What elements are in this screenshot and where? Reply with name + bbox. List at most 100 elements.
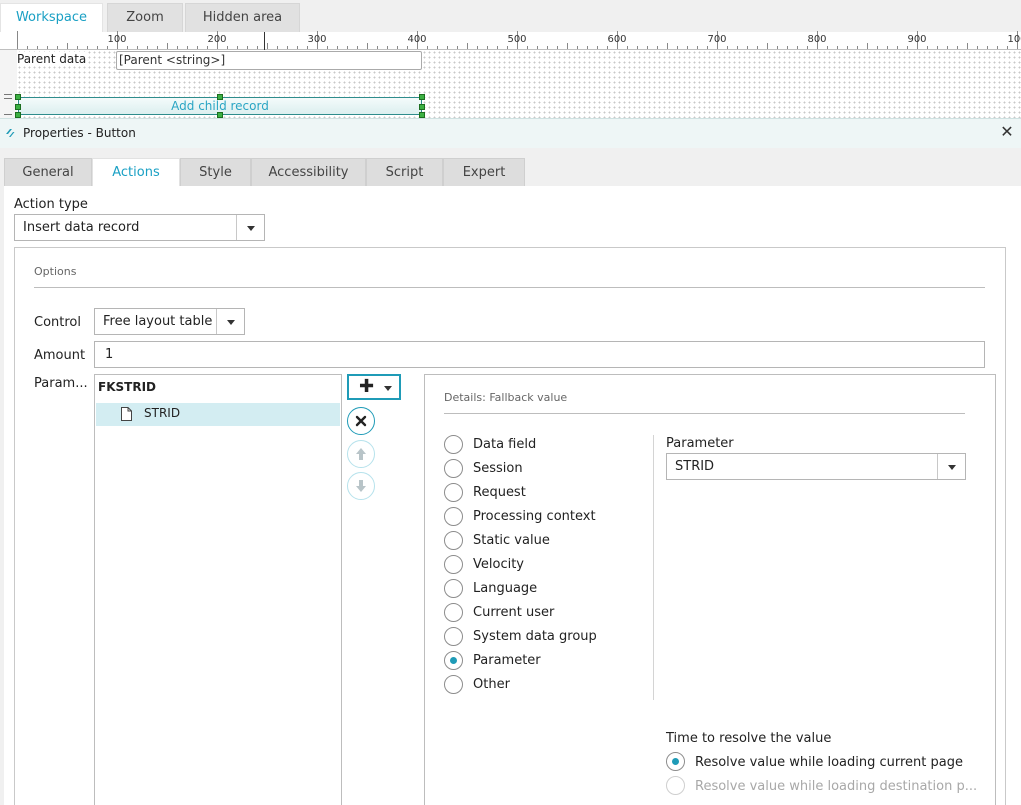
resize-handle-left[interactable]: [15, 104, 21, 110]
parameter-value: STRID: [675, 459, 715, 474]
horizontal-ruler: 100 200 300 400 500 600 700 800 900 100: [17, 31, 1021, 50]
ruler-tick: [157, 46, 158, 49]
ruler-tick: [347, 46, 348, 49]
ruler-tick: [977, 46, 978, 49]
radio-request[interactable]: [444, 483, 463, 502]
amount-input[interactable]: 1: [94, 341, 985, 368]
ruler-label: 100: [107, 34, 127, 45]
radio-language[interactable]: [444, 579, 463, 598]
ruler-tick: [697, 46, 698, 49]
parameter-select[interactable]: STRID: [666, 453, 966, 480]
tab-style[interactable]: Style: [180, 158, 251, 186]
ruler-tick: [407, 46, 408, 49]
ruler-tick: [967, 43, 968, 49]
resize-handle-top-right[interactable]: [419, 94, 425, 100]
chevron-down-icon: [236, 215, 264, 240]
action-type-value: Insert data record: [23, 220, 140, 235]
ruler-tick: [597, 46, 598, 49]
parent-data-label[interactable]: Parent data: [17, 52, 87, 66]
ruler-tick: [107, 46, 108, 49]
ruler-tick: [897, 46, 898, 49]
radio-other[interactable]: [444, 675, 463, 694]
tab-workspace[interactable]: Workspace: [0, 3, 103, 32]
ruler-tick: [777, 46, 778, 49]
ruler-label: 400: [407, 34, 427, 45]
ruler-tick: [827, 46, 828, 49]
details-column-divider: [653, 435, 654, 700]
parameter-tree[interactable]: FKSTRID STRID: [94, 374, 342, 805]
ruler-tick: [297, 46, 298, 49]
ruler-tick: [187, 46, 188, 49]
radio-data-field[interactable]: [444, 435, 463, 454]
ruler-tick: [327, 46, 328, 49]
resolve-current-page-radio[interactable]: [666, 752, 685, 771]
ruler-tick: [237, 46, 238, 49]
ruler-tick: [227, 46, 228, 49]
move-down-button[interactable]: [347, 472, 375, 500]
ruler-tick: [957, 46, 958, 49]
action-type-select[interactable]: Insert data record: [14, 214, 265, 241]
ruler-tick: [37, 46, 38, 49]
radio-static-value[interactable]: [444, 531, 463, 550]
parameters-label: Param...: [34, 376, 88, 391]
tab-expert[interactable]: Expert: [443, 158, 525, 186]
tree-item-label: STRID: [144, 406, 181, 420]
radio-velocity[interactable]: [444, 555, 463, 574]
ruler-tick: [647, 46, 648, 49]
ruler-tick: [397, 46, 398, 49]
ruler-tick: [27, 46, 28, 49]
ruler-tick: [167, 43, 168, 49]
ruler-tick: [467, 43, 468, 49]
move-up-button[interactable]: [347, 440, 375, 468]
ruler-tick: [757, 46, 758, 49]
control-label: Control: [34, 315, 81, 330]
tab-actions[interactable]: Actions: [92, 158, 180, 187]
ruler-tick: [247, 46, 248, 49]
ruler-tick: [587, 46, 588, 49]
tab-general[interactable]: General: [4, 158, 92, 186]
ruler-tick: [367, 43, 368, 49]
parent-data-field[interactable]: [Parent <string>]: [116, 51, 422, 70]
radio-current-user[interactable]: [444, 603, 463, 622]
ruler-tick: [847, 46, 848, 49]
radio-session[interactable]: [444, 459, 463, 478]
close-icon[interactable]: ✕: [999, 123, 1015, 141]
ruler-tick: [867, 43, 868, 49]
radio-label-parameter: Parameter: [473, 653, 541, 668]
ruler-corner: [0, 32, 17, 50]
ruler-tick: [67, 43, 68, 49]
ruler-tick: [737, 46, 738, 49]
resolve-destination-page-label: Resolve value while loading destination …: [695, 779, 978, 794]
radio-parameter[interactable]: [444, 651, 463, 670]
resolve-destination-page-radio[interactable]: [666, 776, 685, 795]
ruler-tick: [577, 46, 578, 49]
ruler-tick: [997, 46, 998, 49]
ruler-tick: [147, 46, 148, 49]
ruler-tick: [537, 46, 538, 49]
radio-system-data-group[interactable]: [444, 627, 463, 646]
ruler-tick: [507, 46, 508, 49]
add-parameter-button[interactable]: ✚: [347, 374, 401, 400]
radio-processing-context[interactable]: [444, 507, 463, 526]
ruler-tick: [837, 46, 838, 49]
tab-zoom[interactable]: Zoom: [107, 3, 183, 32]
app-logo-icon: [6, 129, 15, 137]
resize-handle-top[interactable]: [217, 94, 223, 100]
radio-label-other: Other: [473, 677, 510, 692]
actions-tab-content: Action type Insert data record Options C…: [4, 186, 1021, 805]
tree-root-node[interactable]: FKSTRID: [98, 380, 156, 394]
remove-parameter-button[interactable]: [347, 407, 375, 435]
ruler-tick: [337, 46, 338, 49]
resize-handle-top-left[interactable]: [15, 94, 21, 100]
tab-hidden-area[interactable]: Hidden area: [185, 3, 300, 32]
ruler-tick: [377, 46, 378, 49]
design-canvas[interactable]: Parent data [Parent <string>] Add child …: [15, 50, 1021, 118]
ruler-tick: [197, 46, 198, 49]
tab-accessibility[interactable]: Accessibility: [251, 158, 366, 186]
control-select[interactable]: Free layout table: [94, 308, 245, 335]
radio-label-static-value: Static value: [473, 533, 550, 548]
resize-handle-right[interactable]: [419, 104, 425, 110]
tree-item-selected[interactable]: STRID: [96, 403, 340, 426]
tab-script[interactable]: Script: [366, 158, 443, 186]
arrow-down-icon: [356, 480, 366, 492]
